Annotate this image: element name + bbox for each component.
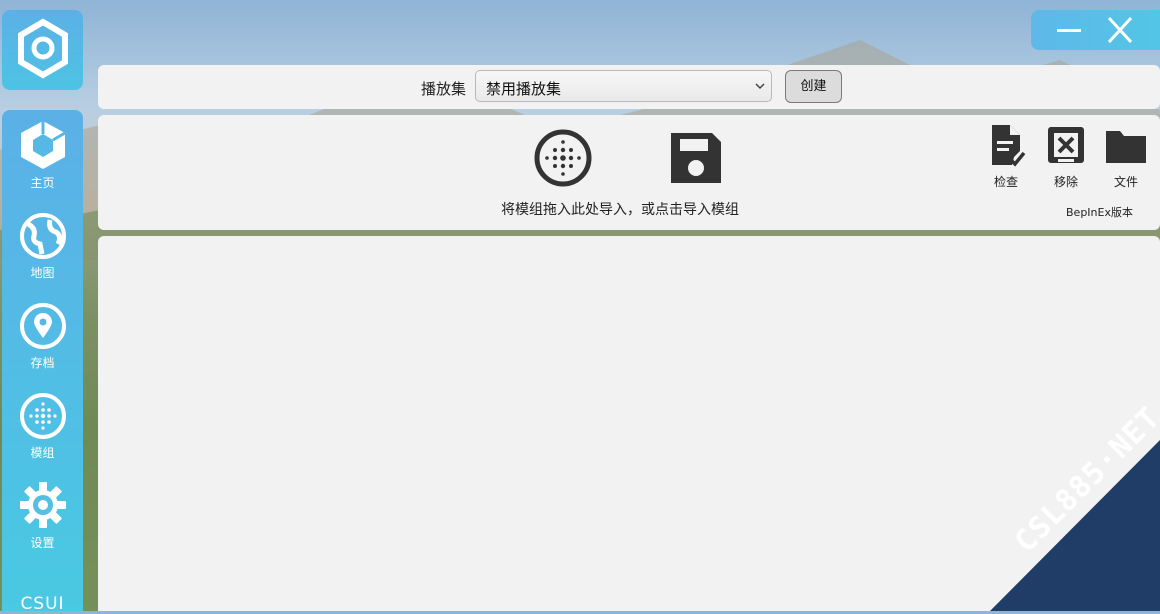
check-button[interactable]: 检查 bbox=[981, 123, 1031, 190]
sidebar-item-home[interactable]: 主页 bbox=[2, 118, 83, 202]
folder-icon bbox=[1106, 131, 1146, 163]
playlist-bar: 播放集 禁用播放集 创建 bbox=[98, 65, 1160, 109]
sidebar-item-label: 主页 bbox=[30, 176, 55, 190]
bepinex-version-link[interactable]: BepInEx版本 bbox=[1066, 204, 1133, 220]
files-label: 文件 bbox=[1113, 175, 1138, 189]
cube-icon bbox=[20, 121, 66, 169]
minimize-icon bbox=[1057, 29, 1081, 32]
window-controls bbox=[1031, 10, 1160, 50]
check-label: 检查 bbox=[993, 175, 1018, 189]
sidebar-item-label: 地图 bbox=[30, 266, 55, 280]
sidebar-item-saves[interactable]: 存档 bbox=[2, 302, 83, 386]
hex-cube-icon bbox=[18, 18, 68, 79]
sidebar-item-maps[interactable]: 地图 bbox=[2, 212, 83, 296]
minimize-button[interactable] bbox=[1055, 16, 1085, 44]
app-name: CSUI bbox=[20, 594, 65, 614]
watermark-band bbox=[990, 440, 1160, 611]
close-button[interactable] bbox=[1105, 16, 1135, 44]
close-icon bbox=[1107, 16, 1133, 44]
mod-import-panel: 将模组拖入此处导入，或点击导入模组 检查 移除 文件 BepInEx版本 bbox=[98, 115, 1160, 230]
chevron-down-icon bbox=[755, 83, 765, 90]
sidebar-item-label: 存档 bbox=[30, 356, 55, 370]
gear-icon bbox=[19, 482, 66, 528]
file-check-icon bbox=[992, 125, 1026, 167]
sidebar: 主页 地图 存档 模组 设置 CSUI bbox=[2, 110, 83, 614]
drop-hint: 将模组拖入此处导入，或点击导入模组 bbox=[501, 202, 739, 218]
remove-icon bbox=[1048, 127, 1084, 163]
globe-icon bbox=[19, 213, 66, 259]
sidebar-item-settings[interactable]: 设置 bbox=[2, 480, 83, 564]
playlist-selected-value: 禁用播放集 bbox=[486, 80, 562, 98]
files-button[interactable]: 文件 bbox=[1101, 123, 1151, 190]
save-disk-icon[interactable] bbox=[668, 130, 724, 186]
mod-dots-icon bbox=[19, 393, 66, 439]
sidebar-item-label: 模组 bbox=[30, 446, 55, 460]
import-mod-icon[interactable] bbox=[533, 128, 593, 188]
app-logo bbox=[2, 10, 83, 90]
playlist-select[interactable]: 禁用播放集 bbox=[475, 70, 772, 102]
map-pin-icon bbox=[19, 303, 66, 349]
remove-button[interactable]: 移除 bbox=[1041, 123, 1091, 190]
sidebar-item-mods[interactable]: 模组 bbox=[2, 392, 83, 476]
create-playlist-button[interactable]: 创建 bbox=[785, 70, 842, 103]
playlist-label: 播放集 bbox=[421, 80, 467, 98]
remove-label: 移除 bbox=[1053, 175, 1078, 189]
sidebar-item-label: 设置 bbox=[30, 536, 55, 550]
